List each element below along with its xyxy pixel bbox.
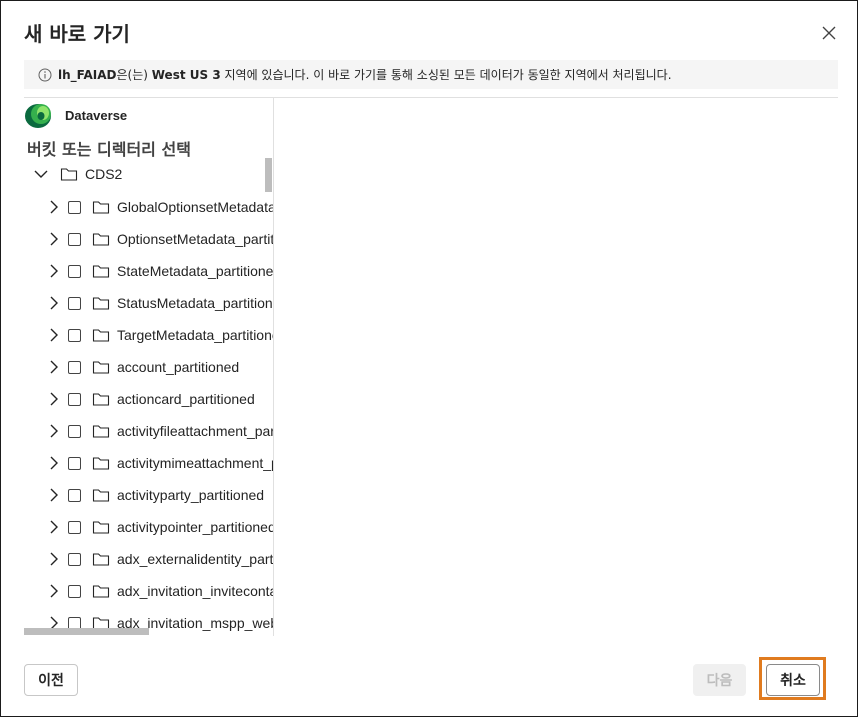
lakehouse-name: lh_FAIAD xyxy=(58,68,117,82)
folder-icon xyxy=(92,329,110,342)
item-checkbox[interactable] xyxy=(68,328,81,342)
tree-item-label: OptionsetMetadata_partitioned xyxy=(117,231,273,247)
item-checkbox[interactable] xyxy=(68,424,81,438)
folder-icon xyxy=(92,425,110,438)
close-icon[interactable] xyxy=(819,23,839,43)
chevron-right-icon[interactable] xyxy=(48,424,60,438)
chevron-right-icon[interactable] xyxy=(48,456,60,470)
tree-item[interactable]: adx_invitation_invitecontacts xyxy=(48,577,273,605)
chevron-down-icon[interactable] xyxy=(34,168,48,180)
vertical-scrollbar[interactable] xyxy=(265,158,272,192)
tree-item-label: activitypointer_partitioned xyxy=(117,519,273,535)
item-checkbox[interactable] xyxy=(68,520,81,534)
root-label: CDS2 xyxy=(85,166,123,182)
tree-item-label: adx_invitation_invitecontacts xyxy=(117,583,273,599)
tree-item[interactable]: activityfileattachment_partitioned xyxy=(48,417,273,445)
chevron-right-icon[interactable] xyxy=(48,296,60,310)
folder-icon xyxy=(60,168,78,181)
tree-item[interactable]: activityparty_partitioned xyxy=(48,481,264,509)
item-checkbox[interactable] xyxy=(68,488,81,502)
chevron-right-icon[interactable] xyxy=(48,360,60,374)
folder-icon xyxy=(92,201,110,214)
tree-item-label: account_partitioned xyxy=(117,359,240,375)
tree-item-label: StatusMetadata_partitioned xyxy=(117,295,273,311)
folder-icon xyxy=(92,457,110,470)
item-checkbox[interactable] xyxy=(68,200,81,214)
chevron-right-icon[interactable] xyxy=(48,200,60,214)
tree-item[interactable]: StateMetadata_partitioned xyxy=(48,257,273,285)
chevron-right-icon[interactable] xyxy=(48,584,60,598)
tree-item[interactable]: TargetMetadata_partitioned xyxy=(48,321,273,349)
chevron-right-icon[interactable] xyxy=(48,552,60,566)
source-label: Dataverse xyxy=(65,107,128,123)
folder-icon xyxy=(92,297,110,310)
tree-item[interactable]: account_partitioned xyxy=(48,353,239,381)
folder-icon xyxy=(92,553,110,566)
folder-icon xyxy=(92,361,110,374)
info-pre: 은(는) xyxy=(116,68,152,82)
next-button[interactable]: 다음 xyxy=(693,664,746,696)
tree-item-label: StateMetadata_partitioned xyxy=(117,263,273,279)
shortcut-dialog: 새 바로 가기 lh_FAIAD은(는) West US 3 지역에 있습니다.… xyxy=(0,0,858,717)
folder-icon xyxy=(92,233,110,246)
tree-item-label: adx_externalidentity_partitioned xyxy=(117,551,273,567)
tree-item[interactable]: actioncard_partitioned xyxy=(48,385,255,413)
chevron-right-icon[interactable] xyxy=(48,520,60,534)
source-header: Dataverse xyxy=(24,101,127,129)
tree-item-label: activityfileattachment_partitioned xyxy=(117,423,273,439)
item-checkbox[interactable] xyxy=(68,584,81,598)
item-checkbox[interactable] xyxy=(68,456,81,470)
region-name: West US 3 xyxy=(151,68,221,82)
tree-item-label: activityparty_partitioned xyxy=(117,487,265,503)
previous-button[interactable]: 이전 xyxy=(24,664,78,696)
pane-divider xyxy=(273,98,274,636)
item-checkbox[interactable] xyxy=(68,296,81,310)
cancel-button[interactable]: 취소 xyxy=(766,664,820,696)
dialog-title: 새 바로 가기 xyxy=(24,22,130,46)
chevron-right-icon[interactable] xyxy=(48,328,60,342)
folder-icon xyxy=(92,265,110,278)
tree-item-label: activitymimeattachment_partitioned xyxy=(117,455,273,471)
folder-icon xyxy=(92,521,110,534)
tree-root-cds2[interactable]: CDS2 xyxy=(34,162,122,186)
folder-icon xyxy=(92,585,110,598)
tree-item[interactable]: GlobalOptionsetMetadata xyxy=(48,193,273,221)
item-checkbox[interactable] xyxy=(68,264,81,278)
tree-item[interactable]: OptionsetMetadata_partitioned xyxy=(48,225,273,253)
chevron-right-icon[interactable] xyxy=(48,488,60,502)
tree-item[interactable]: activitypointer_partitioned xyxy=(48,513,273,541)
tree-item[interactable]: StatusMetadata_partitioned xyxy=(48,289,273,317)
item-checkbox[interactable] xyxy=(68,360,81,374)
tree-item[interactable]: adx_externalidentity_partitioned xyxy=(48,545,273,573)
tree-item-label: actioncard_partitioned xyxy=(117,391,255,407)
tree-item-label: TargetMetadata_partitioned xyxy=(117,327,273,343)
horizontal-scrollbar[interactable] xyxy=(24,628,149,635)
info-post: 지역에 있습니다. 이 바로 가기를 통해 소싱된 모든 데이터가 동일한 지역… xyxy=(220,68,672,82)
chevron-right-icon[interactable] xyxy=(48,392,60,406)
chevron-right-icon[interactable] xyxy=(48,232,60,246)
region-info-bar: lh_FAIAD은(는) West US 3 지역에 있습니다. 이 바로 가기… xyxy=(24,60,838,89)
tree-item-label: GlobalOptionsetMetadata xyxy=(117,199,273,215)
tree-pane: Dataverse 버킷 또는 디렉터리 선택 CDS2 GlobalOptio… xyxy=(24,98,273,636)
folder-icon xyxy=(92,393,110,406)
chevron-right-icon[interactable] xyxy=(48,264,60,278)
folder-icon xyxy=(92,489,110,502)
tree-heading: 버킷 또는 디렉터리 선택 xyxy=(27,140,191,159)
info-icon xyxy=(38,68,52,81)
item-checkbox[interactable] xyxy=(68,392,81,406)
dataverse-logo xyxy=(25,104,51,128)
item-checkbox[interactable] xyxy=(68,232,81,246)
item-checkbox[interactable] xyxy=(68,552,81,566)
info-text: lh_FAIAD은(는) West US 3 지역에 있습니다. 이 바로 가기… xyxy=(58,66,672,83)
tree-item[interactable]: activitymimeattachment_partitioned xyxy=(48,449,273,477)
